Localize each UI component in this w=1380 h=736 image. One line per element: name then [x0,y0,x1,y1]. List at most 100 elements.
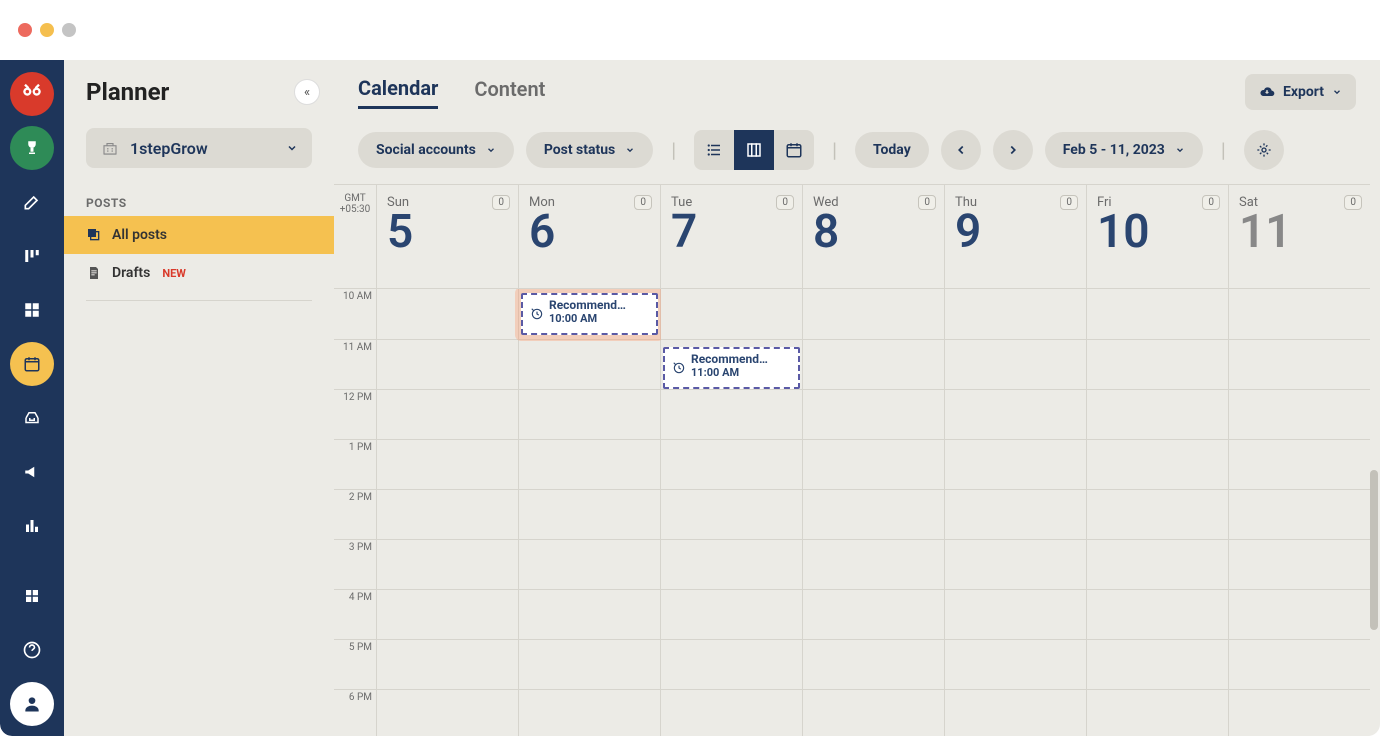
hour-cell[interactable] [1087,689,1228,736]
hour-cell[interactable] [803,439,944,489]
hour-cell[interactable] [1087,439,1228,489]
date-range-picker[interactable]: Feb 5 - 11, 2023 [1045,132,1203,168]
calendar-event[interactable]: Recommend… 11:00 AM [663,347,800,389]
hour-cell[interactable] [519,639,660,689]
hour-cell[interactable] [377,689,518,736]
day-column[interactable] [1087,289,1229,736]
hour-cell[interactable] [803,589,944,639]
hour-cell[interactable] [519,589,660,639]
hour-cell[interactable] [1229,339,1370,389]
hour-cell[interactable] [1087,539,1228,589]
hour-cell[interactable] [661,289,802,339]
hour-cell[interactable] [661,439,802,489]
rail-advertise[interactable] [10,450,54,494]
day-column[interactable] [945,289,1087,736]
hour-cell[interactable] [377,589,518,639]
hour-cell[interactable] [1229,689,1370,736]
hour-cell[interactable] [1087,589,1228,639]
nav-all-posts[interactable]: All posts [64,216,334,254]
rail-streams[interactable] [10,234,54,278]
day-column[interactable]: Recommend… 10:00 AM [519,289,661,736]
hour-cell[interactable] [377,389,518,439]
hour-cell[interactable] [1087,639,1228,689]
day-column[interactable] [1229,289,1370,736]
hour-cell[interactable] [519,389,660,439]
hour-cell[interactable] [803,639,944,689]
hour-cell[interactable] [1229,639,1370,689]
hour-cell[interactable] [945,539,1086,589]
nav-drafts[interactable]: Drafts NEW [64,254,334,292]
hour-cell[interactable] [945,589,1086,639]
export-button[interactable]: Export [1245,74,1356,110]
scrollbar[interactable] [1370,470,1378,630]
hour-cell[interactable] [519,689,660,736]
rail-profile[interactable] [10,682,54,726]
hour-cell[interactable] [803,339,944,389]
hour-cell[interactable] [661,389,802,439]
hour-cell[interactable] [377,639,518,689]
hour-cell[interactable] [945,639,1086,689]
hour-cell[interactable] [945,339,1086,389]
hour-cell[interactable] [1229,539,1370,589]
hour-cell[interactable] [945,689,1086,736]
rail-achievements[interactable] [10,126,54,170]
hour-cell[interactable] [519,539,660,589]
hour-cell[interactable] [1229,289,1370,339]
tab-content[interactable]: Content [474,77,545,107]
social-accounts-filter[interactable]: Social accounts [358,132,514,168]
hour-cell[interactable] [377,439,518,489]
tab-calendar[interactable]: Calendar [358,76,438,109]
hour-cell[interactable] [519,339,660,389]
hour-cell[interactable] [519,489,660,539]
day-header[interactable]: Sat 11 0 [1229,185,1370,288]
hour-cell[interactable] [377,489,518,539]
rail-planner[interactable] [10,342,54,386]
sidebar-collapse-button[interactable]: « [294,79,320,105]
window-maximize-dot[interactable] [62,23,76,37]
hour-cell[interactable] [945,389,1086,439]
rail-compose[interactable] [10,180,54,224]
hour-cell[interactable] [661,639,802,689]
calendar-event[interactable]: Recommend… 10:00 AM [521,293,658,335]
day-header[interactable]: Thu 9 0 [945,185,1087,288]
rail-logo[interactable] [10,72,54,116]
rail-help[interactable] [10,628,54,672]
hour-cell[interactable] [803,689,944,736]
hour-cell[interactable] [661,589,802,639]
day-header[interactable]: Sun 5 0 [377,185,519,288]
prev-week-button[interactable] [941,130,981,170]
day-header[interactable]: Tue 7 0 [661,185,803,288]
hour-cell[interactable] [1229,489,1370,539]
day-column[interactable] [803,289,945,736]
window-minimize-dot[interactable] [40,23,54,37]
rail-more[interactable] [10,574,54,618]
rail-analytics[interactable] [10,504,54,548]
hour-cell[interactable] [1229,589,1370,639]
hour-cell[interactable] [803,539,944,589]
month-view-button[interactable] [774,130,814,170]
rail-apps[interactable] [10,288,54,332]
day-header[interactable]: Fri 10 0 [1087,185,1229,288]
hour-cell[interactable] [661,539,802,589]
today-button[interactable]: Today [855,132,929,168]
hour-cell[interactable] [661,689,802,736]
hour-cell[interactable] [803,389,944,439]
hour-cell[interactable] [1229,389,1370,439]
hour-cell[interactable] [1087,289,1228,339]
window-close-dot[interactable] [18,23,32,37]
hour-cell[interactable] [945,489,1086,539]
account-selector[interactable]: 1stepGrow [86,128,312,168]
day-header[interactable]: Wed 8 0 [803,185,945,288]
hour-cell[interactable] [377,289,518,339]
next-week-button[interactable] [993,130,1033,170]
hour-cell[interactable] [1229,439,1370,489]
day-header[interactable]: Mon 6 0 [519,185,661,288]
post-status-filter[interactable]: Post status [526,132,653,168]
rail-inbox[interactable] [10,396,54,440]
hour-cell[interactable] [1087,489,1228,539]
hour-cell[interactable] [1087,389,1228,439]
hour-cell[interactable] [377,539,518,589]
hour-cell[interactable] [803,489,944,539]
hour-cell[interactable] [1087,339,1228,389]
hour-cell[interactable] [377,339,518,389]
